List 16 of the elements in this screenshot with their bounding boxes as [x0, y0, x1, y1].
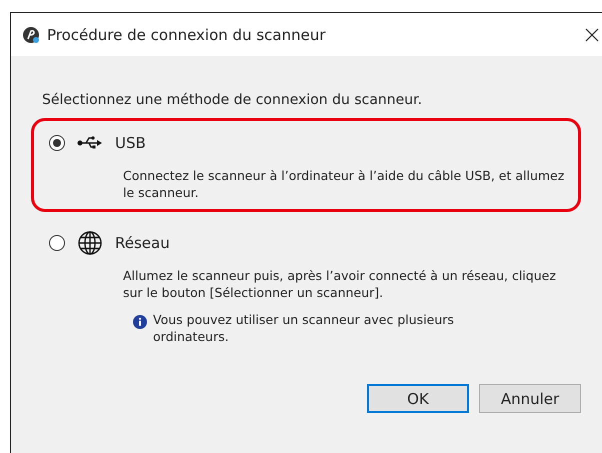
- radio-button[interactable]: [49, 135, 65, 151]
- instruction-text: Sélectionnez une méthode de connexion du scanneur.: [42, 92, 424, 108]
- cancel-button[interactable]: Annuler: [479, 384, 581, 413]
- radio-button[interactable]: [49, 235, 65, 251]
- option-description: Allumez le scanneur puis, après l’avoir connecté à un réseau, cliquez sur le bouton [Sélectionner un scanneur].: [123, 267, 557, 301]
- usb-icon: [77, 135, 103, 151]
- info-note: Vous pouvez utiliser un scanneur avec plusieurs ordinateurs.: [153, 311, 455, 345]
- ok-button[interactable]: OK: [367, 384, 469, 413]
- app-logo-icon: [22, 26, 40, 44]
- option-description: Connectez le scanneur à l’ordinateur à l’aide du câble USB, et allumez le scanneur.: [123, 167, 566, 201]
- window-title: Procédure de connexion du scanneur: [47, 26, 326, 44]
- info-icon: [133, 315, 147, 329]
- option-label[interactable]: Réseau: [115, 234, 170, 252]
- close-icon[interactable]: [584, 26, 600, 42]
- globe-icon: [77, 230, 103, 256]
- option-label[interactable]: USB: [115, 134, 146, 152]
